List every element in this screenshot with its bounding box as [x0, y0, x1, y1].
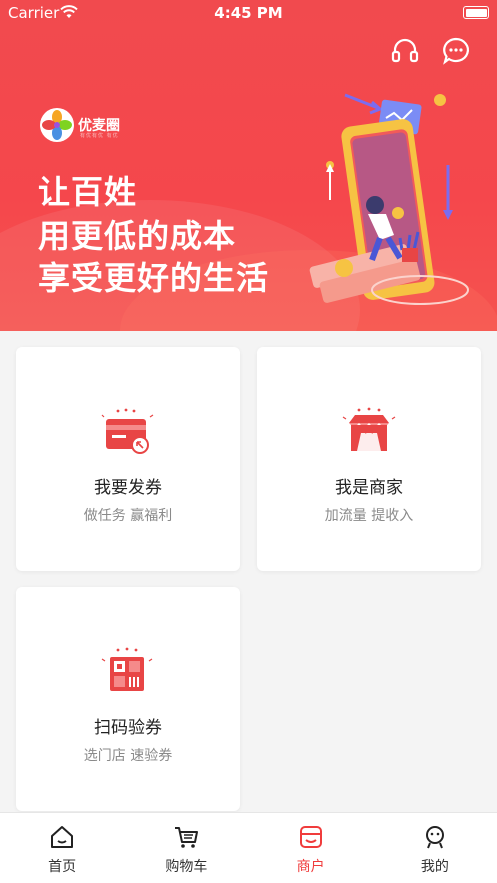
profile-icon — [425, 826, 444, 849]
scan-verify-icon — [101, 647, 153, 691]
hero-banner: Carrier 4:45 PM 优麦圈 有优有优 有优 让百姓 用更低的成本 享… — [0, 0, 497, 331]
tab-merchant[interactable]: 商户 — [249, 813, 373, 883]
home-icon — [51, 826, 74, 848]
status-bar: Carrier 4:45 PM — [0, 0, 497, 26]
tab-label: 商户 — [296, 859, 325, 875]
slogan-line: 享受更好的生活 — [38, 259, 270, 297]
logo-tagline: 有优有优 有优 — [80, 133, 119, 139]
tab-cart[interactable]: 购物车 — [124, 813, 248, 883]
tab-profile[interactable]: 我的 — [373, 813, 497, 883]
merchant-card[interactable]: 我是商家 加流量 提收入 — [257, 347, 481, 571]
card-title: 我是商家 — [335, 478, 403, 498]
logo-flower-icon — [40, 108, 74, 142]
clock: 4:45 PM — [214, 4, 283, 22]
headset-icon[interactable] — [390, 36, 420, 66]
tab-label: 我的 — [420, 859, 449, 875]
cart-icon — [175, 827, 199, 848]
card-title: 我要发券 — [94, 478, 162, 498]
brand-logo: 优麦圈 有优有优 有优 — [40, 108, 120, 142]
slogan-line: 让百姓 — [38, 173, 138, 211]
coupon-issue-icon — [101, 408, 154, 454]
card-subtitle: 做任务 赢福利 — [83, 508, 173, 524]
battery-icon — [463, 6, 489, 19]
store-icon — [299, 826, 322, 848]
card-subtitle: 选门店 速验券 — [83, 748, 173, 764]
issue-coupon-card[interactable]: 我要发券 做任务 赢福利 — [16, 347, 240, 571]
chat-bubble-icon[interactable] — [441, 36, 471, 66]
tab-label: 首页 — [48, 859, 77, 875]
tab-home[interactable]: 首页 — [0, 813, 124, 883]
bottom-tab-bar: 首页 购物车 商户 我的 — [0, 812, 497, 883]
scan-verify-card[interactable]: 扫码验券 选门店 速验券 — [16, 587, 240, 811]
merchant-screen: Carrier 4:45 PM 优麦圈 有优有优 有优 让百姓 用更低的成本 享… — [0, 0, 497, 883]
slogan-line: 用更低的成本 — [38, 217, 237, 255]
card-title: 扫码验券 — [94, 718, 162, 738]
phone-shopping-illustration — [309, 93, 469, 305]
tab-label: 购物车 — [165, 859, 208, 875]
card-subtitle: 加流量 提收入 — [324, 508, 414, 524]
merchant-shop-icon — [342, 407, 396, 451]
